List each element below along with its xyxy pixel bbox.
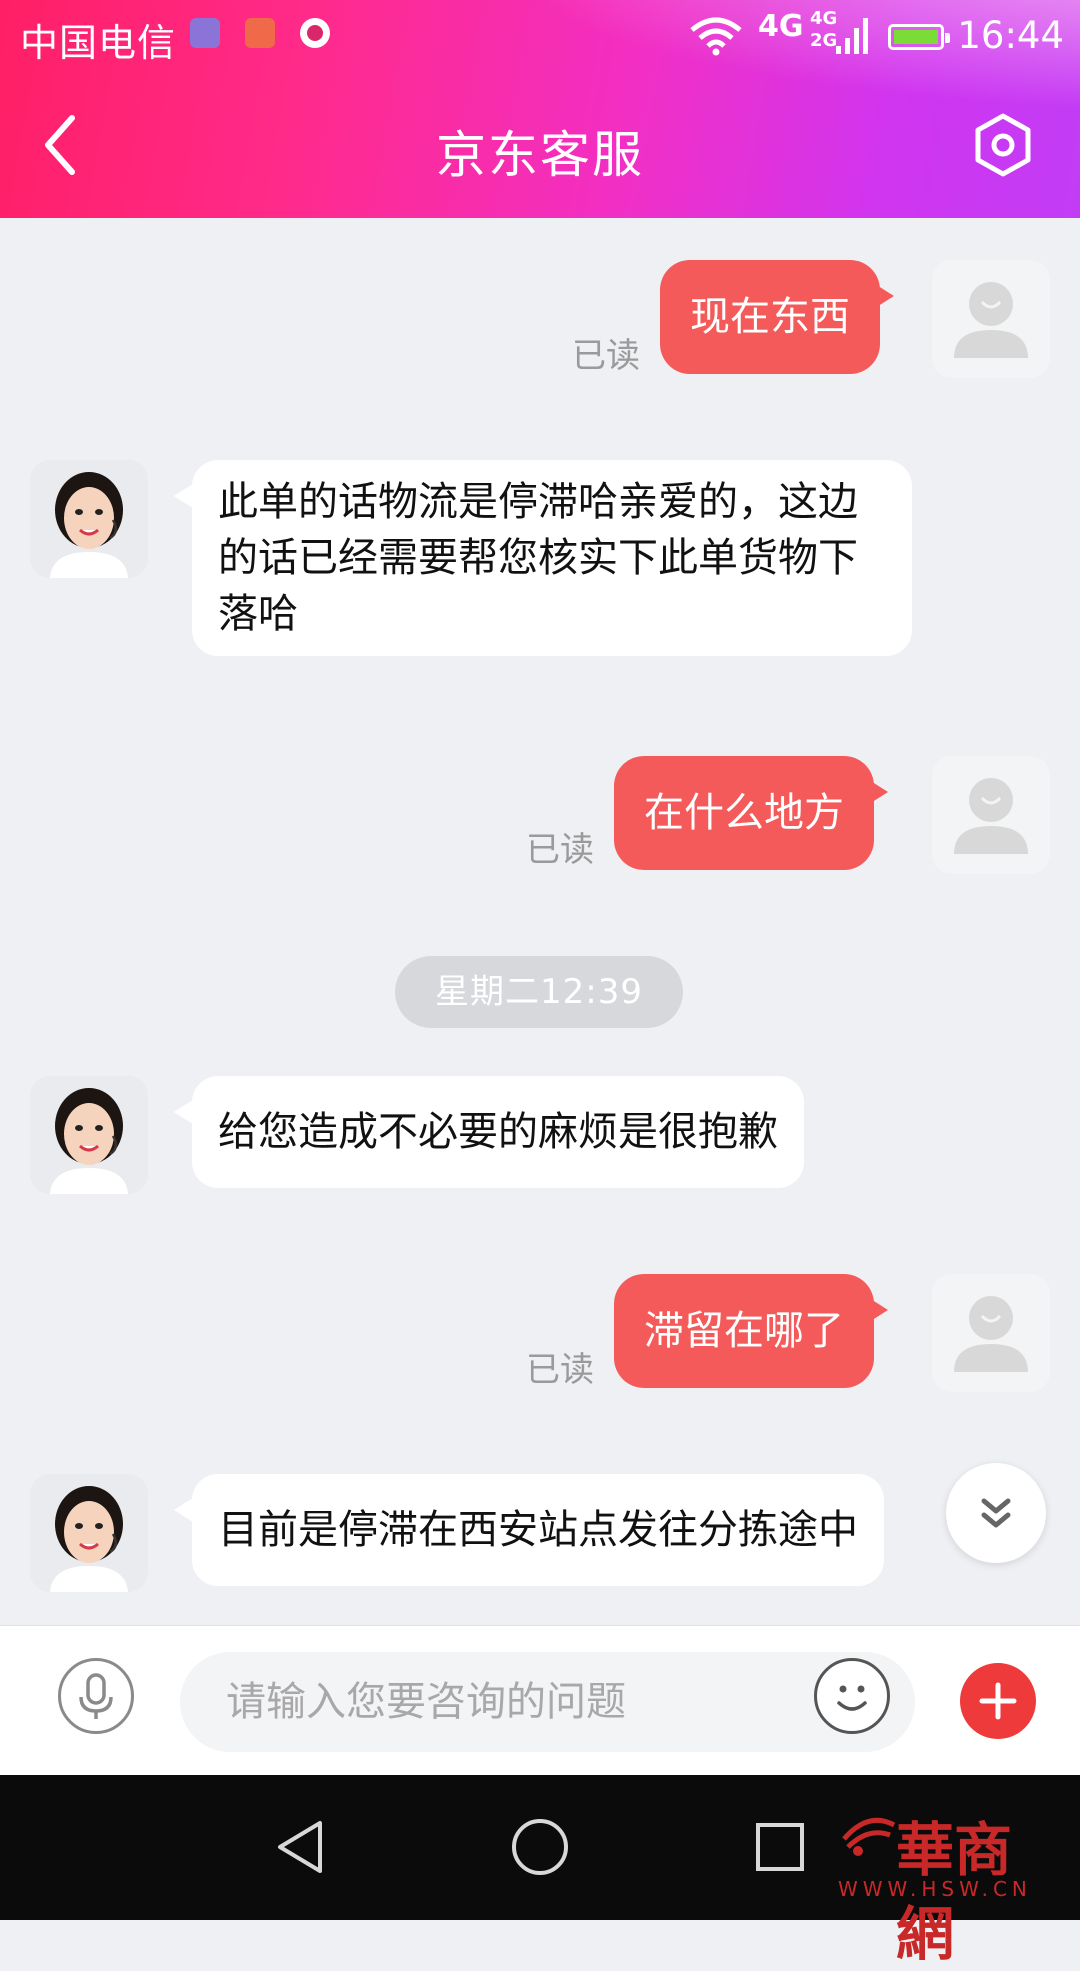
record-notification-icon	[300, 18, 330, 48]
smiley-icon	[837, 1685, 867, 1711]
user-message-bubble[interactable]: 现在东西	[660, 260, 894, 374]
clock: 16:44	[957, 14, 1064, 57]
plus-icon	[979, 1682, 1017, 1720]
network-type-2-bottom: 2G	[810, 30, 838, 51]
agent-message-bubble[interactable]: 目前是停滞在西安站点发往分拣途中	[174, 1474, 884, 1586]
message-line: 落哈	[218, 591, 298, 637]
watermark-logo-icon	[842, 1817, 896, 1856]
user-avatar-icon	[954, 778, 1028, 854]
timestamp-divider: 星期二12:39	[395, 956, 683, 1028]
app-header: 中国电信 4G 4G 2G 16:44 京东客服	[0, 0, 1080, 218]
status-bar: 中国电信 4G 4G 2G 16:44	[0, 0, 1080, 70]
agent-photo	[30, 1076, 148, 1194]
agent-message-bubble[interactable]: 此单的话物流是停滞哈亲爱的，这边 的话已经需要帮您核实下此单货物下 落哈	[174, 460, 912, 656]
read-status: 已读	[572, 336, 640, 376]
more-actions-button[interactable]	[960, 1663, 1036, 1739]
agent-photo	[30, 1474, 148, 1592]
signal-icon	[836, 18, 868, 54]
page-title: 京东客服	[436, 126, 644, 184]
carrier-name: 中国电信	[20, 21, 177, 65]
input-bar: 请输入您要咨询的问题	[0, 1625, 1080, 1776]
agent-avatar[interactable]	[30, 1474, 148, 1592]
microphone-icon	[79, 1673, 113, 1719]
gallery-notification-icon	[190, 18, 220, 48]
battery-icon	[888, 24, 950, 50]
emoji-button[interactable]	[814, 1658, 890, 1734]
agent-avatar[interactable]	[30, 460, 148, 578]
watermark: 華商網 WWW.HSW.CN	[838, 1795, 1068, 1968]
wifi-icon	[690, 17, 742, 56]
user-avatar[interactable]	[932, 756, 1050, 874]
user-avatar[interactable]	[932, 260, 1050, 378]
app-notification-icon	[245, 18, 275, 48]
message-line: 此单的话物流是停滞哈亲爱的，这边	[218, 479, 858, 525]
nav-back-button[interactable]	[270, 1815, 334, 1879]
read-status: 已读	[526, 1350, 594, 1390]
settings-icon[interactable]	[968, 110, 1038, 180]
voice-input-button[interactable]	[58, 1658, 134, 1734]
chat-area[interactable]: 已读 现在东西 此单的话物流是停滞哈亲爱的，这边 的话已经需要帮您核实下此单货物…	[0, 218, 1080, 1625]
network-type-2-top: 4G	[810, 8, 838, 29]
network-type: 4G	[758, 9, 804, 44]
system-nav-bar: 華商網 WWW.HSW.CN	[0, 1775, 1080, 1968]
message-line: 的话已经需要帮您核实下此单货物下	[218, 535, 858, 581]
read-status: 已读	[526, 830, 594, 870]
agent-message-bubble[interactable]: 给您造成不必要的麻烦是很抱歉	[174, 1076, 804, 1188]
nav-home-button[interactable]	[508, 1815, 572, 1879]
agent-photo	[30, 460, 148, 578]
user-message-bubble[interactable]: 在什么地方	[614, 756, 888, 870]
message-input[interactable]: 请输入您要咨询的问题	[180, 1652, 915, 1752]
watermark-url: WWW.HSW.CN	[838, 1877, 1032, 1901]
agent-avatar[interactable]	[30, 1076, 148, 1194]
user-message-bubble[interactable]: 滞留在哪了	[614, 1274, 888, 1388]
nav-recents-button[interactable]	[748, 1815, 812, 1879]
scroll-to-bottom-button[interactable]	[946, 1463, 1046, 1563]
user-avatar-icon	[954, 282, 1028, 358]
user-avatar[interactable]	[932, 1274, 1050, 1392]
user-avatar-icon	[954, 1296, 1028, 1372]
double-chevron-down-icon	[981, 1498, 1011, 1528]
